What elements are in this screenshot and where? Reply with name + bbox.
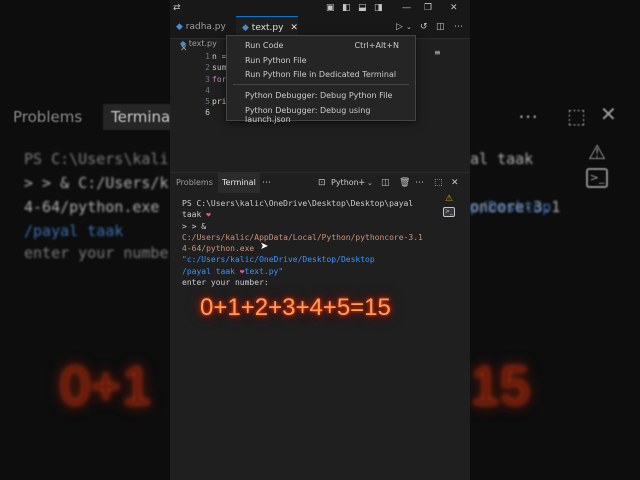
menu-separator xyxy=(233,84,409,85)
background-line: PS C:\Users\kali xyxy=(24,150,169,168)
python-path: C:/Users/kalic/AppData/Local/Python/pyth… xyxy=(182,232,423,242)
background-line: enter your numbe xyxy=(24,244,169,262)
more-actions-icon[interactable]: ⋯ xyxy=(454,22,463,32)
history-icon[interactable]: ↺ xyxy=(420,22,428,32)
background-maximize-icon: ⬚ xyxy=(567,104,586,128)
tab-terminal[interactable]: Terminal xyxy=(218,173,260,193)
breadcrumb-file: text.py xyxy=(188,39,217,48)
background-left-panel: Problems Terminal PS C:\Users\kali > > &… xyxy=(0,0,170,480)
menu-item-debug-python-file[interactable]: Python Debugger: Debug Python File xyxy=(245,91,392,100)
background-line: p/Desktop xyxy=(470,198,552,216)
background-line: /payal taak xyxy=(24,222,124,240)
shuffle-icon[interactable]: ⇄ xyxy=(173,3,181,13)
menu-item-run-code[interactable]: Run Code xyxy=(245,41,283,50)
code-line: n = xyxy=(212,52,227,61)
overlay-caption: 0+1+2+3+4+5=15 xyxy=(200,294,391,321)
shell-selector[interactable]: Python xyxy=(331,173,359,193)
background-overlay-text: 15 xyxy=(470,356,531,416)
line-number: 1 xyxy=(205,52,210,61)
script-path: text.py" xyxy=(244,266,284,276)
python-file-icon: ◆ xyxy=(176,22,183,32)
shortcut-label: Ctrl+Alt+N xyxy=(354,41,399,50)
terminal-line: > > & C:/Users/kalic/AppData/Local/Pytho… xyxy=(182,221,432,244)
line-number: 4 xyxy=(205,85,210,95)
background-more-icon: ⋯ xyxy=(518,104,538,128)
title-bar: ⇄ ▣ ◧ ⬓ ◨ — ❐ ✕ xyxy=(170,0,470,16)
window-close-icon[interactable]: ✕ xyxy=(450,3,458,13)
code-line: for xyxy=(212,74,227,84)
terminal-line: 4-64/python.exe "c:/Users/kalic/OneDrive… xyxy=(182,243,432,266)
line-number: 2 xyxy=(205,63,210,73)
background-warning-icon: ⚠ xyxy=(588,140,606,164)
minimap-icon: ≡ xyxy=(434,48,441,57)
script-path: /payal taak xyxy=(182,266,240,276)
menu-item-run-python-file[interactable]: Run Python File xyxy=(245,56,307,65)
trash-icon[interactable]: 🗑 xyxy=(399,178,410,188)
terminal-line: PS C:\Users\kalic\OneDrive\Desktop\Deskt… xyxy=(182,198,432,221)
tab-problems[interactable]: Problems xyxy=(176,173,213,193)
mouse-cursor-icon: ➤ xyxy=(260,241,269,252)
code-area[interactable]: n = sum for pri xyxy=(212,52,226,120)
tab-label: radha.py xyxy=(185,22,226,32)
code-line: sum xyxy=(212,63,227,73)
prompt-text: PS C:\Users\kalic\OneDrive\Desktop\Deskt… xyxy=(182,199,414,220)
line-number: 3 xyxy=(205,74,210,84)
menu-item-run-dedicated-terminal[interactable]: Run Python File in Dedicated Terminal xyxy=(245,70,396,79)
background-line: 4-64/python.exe xyxy=(24,198,160,216)
breadcrumb[interactable]: ◆ text.py xyxy=(180,39,217,48)
line-number: 5 xyxy=(205,97,210,107)
tab-label: text.py xyxy=(251,23,284,33)
terminal-instance-icon[interactable]: >_ xyxy=(443,207,455,217)
terminal-line: enter your number: xyxy=(182,277,432,288)
background-problems-tab: Problems xyxy=(13,108,83,126)
maximize-panel-icon[interactable]: ⬚ xyxy=(434,178,443,188)
sidebar-toggle-icon[interactable]: ◧ xyxy=(342,3,351,13)
chevron-down-icon[interactable]: ⌄ xyxy=(406,22,412,32)
menu-item-debug-launch-json[interactable]: Python Debugger: Debug using launch.json xyxy=(245,106,415,124)
chevron-down-icon[interactable]: ⌄ xyxy=(367,178,373,188)
terminal-output[interactable]: PS C:\Users\kalic\OneDrive\Desktop\Deskt… xyxy=(182,198,432,288)
layout-icon[interactable]: ▣ xyxy=(326,3,335,13)
script-path: "c:/Users/kalic/OneDrive/Desktop/Desktop xyxy=(182,255,375,265)
python-file-icon: ◆ xyxy=(242,23,249,33)
background-terminal-tab: Terminal xyxy=(103,104,170,130)
background-terminal-icon: >_ xyxy=(586,168,608,188)
line-number: 6 xyxy=(205,108,210,118)
python-file-icon: ◆ xyxy=(180,39,187,48)
input-prompt: enter your number: xyxy=(182,278,269,288)
more-icon[interactable]: ⋯ xyxy=(262,178,271,188)
tab-close-icon[interactable]: ✕ xyxy=(290,23,298,33)
panel-header: Problems Terminal ⋯ ⊡ Python + ⌄ ◫ 🗑 ⋯ ⬚… xyxy=(170,172,470,193)
background-overlay-text: 0+1 xyxy=(60,356,152,416)
background-line: > > & C:/Users/k xyxy=(24,174,169,192)
restore-icon[interactable]: ❐ xyxy=(424,3,432,13)
split-terminal-icon[interactable]: ◫ xyxy=(381,178,390,188)
heart-icon: ❤ xyxy=(206,210,211,220)
panel-toggle-icon[interactable]: ⬓ xyxy=(358,3,367,13)
python-path: 4-64/python.exe xyxy=(182,244,255,254)
background-right-panel: ⋯ ⬚ ✕ ⚠ >_ al taak oncore-3.1 p/Desktop … xyxy=(470,0,640,480)
prompt-continuation: > > & xyxy=(182,221,207,231)
terminal-icon: ⊡ xyxy=(318,178,326,188)
line-numbers: 1 2 3 4 5 6 xyxy=(180,52,210,120)
split-editor-icon[interactable]: ◫ xyxy=(436,22,445,32)
background-line: al taak xyxy=(470,150,534,168)
more-actions-icon[interactable]: ⋯ xyxy=(415,178,424,188)
add-terminal-icon[interactable]: + xyxy=(358,178,366,188)
background-close-icon: ✕ xyxy=(600,102,617,126)
code-line: pri xyxy=(212,97,227,107)
minimize-icon[interactable]: — xyxy=(402,3,411,13)
terminal-line: /payal taak ❤text.py" xyxy=(182,266,432,277)
secondary-sidebar-icon[interactable]: ◨ xyxy=(374,3,383,13)
warning-icon[interactable]: ⚠ xyxy=(445,194,453,204)
close-panel-icon[interactable]: ✕ xyxy=(451,178,459,188)
run-menu: Run Code Ctrl+Alt+N Run Python File Run … xyxy=(226,35,416,124)
run-icon[interactable]: ▷ xyxy=(396,22,403,32)
